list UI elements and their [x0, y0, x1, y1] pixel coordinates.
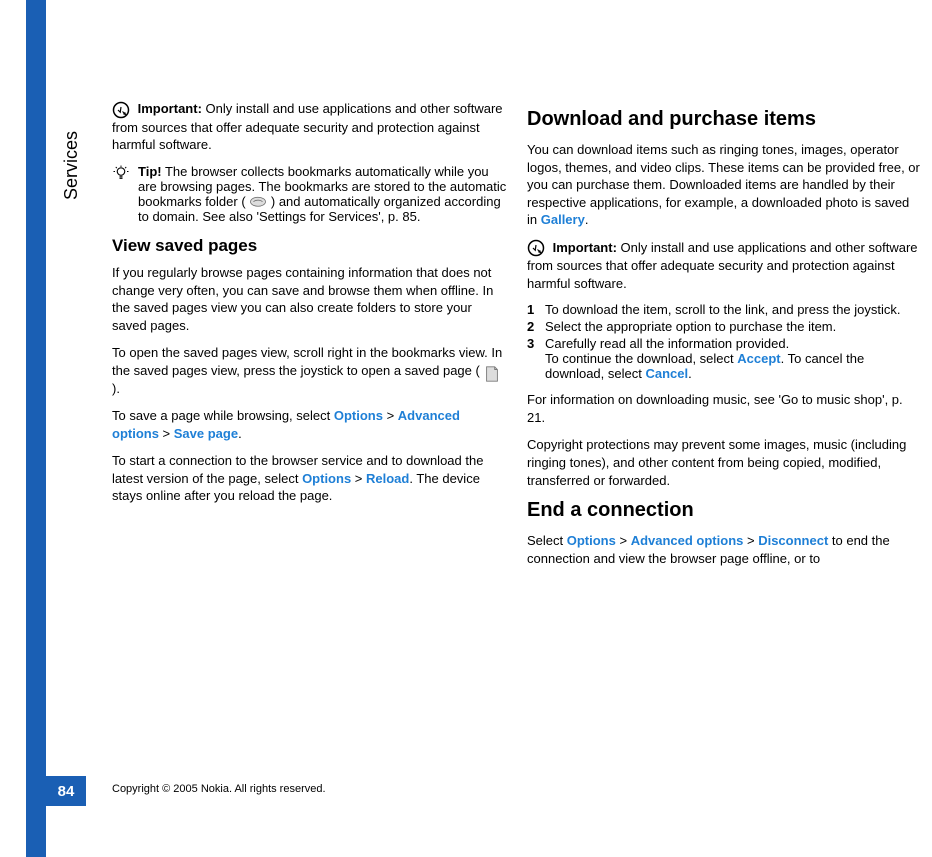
disconnect-link: Disconnect — [758, 533, 828, 548]
end-para-1: Select Options > Advanced options > Disc… — [527, 532, 922, 567]
right-column: Download and purchase items You can down… — [527, 100, 922, 577]
side-stripe — [26, 0, 46, 857]
step-2-text: Select the appropriate option to purchas… — [545, 319, 922, 334]
p2-b: ). — [112, 381, 120, 396]
options-link-2: Options — [302, 471, 351, 486]
p2-a: To open the saved pages view, scroll rig… — [112, 345, 502, 378]
important-icon-2 — [527, 239, 545, 257]
important-note-2: Important: Only install and use applicat… — [527, 239, 922, 293]
step-3-num: 3 — [527, 336, 545, 381]
download-para-3: Copyright protections may prevent some i… — [527, 436, 922, 489]
saved-pages-para-2: To open the saved pages view, scroll rig… — [112, 344, 507, 397]
options-link-1: Options — [334, 408, 383, 423]
step-3a: Carefully read all the information provi… — [545, 336, 922, 351]
options-link-3: Options — [567, 533, 616, 548]
step-1: 1 To download the item, scroll to the li… — [527, 302, 922, 317]
tip-icon — [112, 164, 130, 182]
saved-page-icon — [483, 365, 501, 379]
reload-link: Reload — [366, 471, 409, 486]
heading-end-connection: End a connection — [527, 499, 922, 522]
page-number-text: 84 — [58, 783, 75, 800]
page-number: 84 — [46, 776, 86, 806]
heading-view-saved-pages: View saved pages — [112, 236, 507, 256]
section-tab-text: Services — [62, 130, 83, 199]
s3b-a: To continue the download, select — [545, 351, 737, 366]
important-icon — [112, 101, 130, 119]
saved-pages-para-1: If you regularly browse pages containing… — [112, 264, 507, 334]
gt-1: > — [383, 408, 398, 423]
heading-download-purchase: Download and purchase items — [527, 108, 922, 131]
gallery-link: Gallery — [541, 212, 585, 227]
important-note-1: Important: Only install and use applicat… — [112, 100, 507, 154]
gt-3: > — [351, 471, 366, 486]
section-tab: Services — [60, 105, 84, 225]
step-1-text: To download the item, scroll to the link… — [545, 302, 922, 317]
advanced-options-link-2: Advanced options — [631, 533, 744, 548]
step-2: 2 Select the appropriate option to purch… — [527, 319, 922, 334]
gt-4: > — [616, 533, 631, 548]
p3-period: . — [238, 426, 242, 441]
step-3: 3 Carefully read all the information pro… — [527, 336, 922, 381]
saved-pages-para-4: To start a connection to the browser ser… — [112, 452, 507, 505]
important-label: Important: — [138, 101, 202, 116]
important-label-2: Important: — [553, 240, 617, 255]
step-1-num: 1 — [527, 302, 545, 317]
save-page-link: Save page — [174, 426, 238, 441]
p3-a: To save a page while browsing, select — [112, 408, 334, 423]
step-3b: To continue the download, select Accept.… — [545, 351, 922, 381]
download-para-2: For information on downloading music, se… — [527, 391, 922, 426]
copyright-text: Copyright © 2005 Nokia. All rights reser… — [112, 783, 326, 795]
tip-label: Tip! — [138, 164, 162, 179]
left-column: Important: Only install and use applicat… — [112, 100, 507, 577]
accept-link: Accept — [737, 351, 780, 366]
cancel-link: Cancel — [645, 366, 688, 381]
step-2-num: 2 — [527, 319, 545, 334]
dp1-period: . — [585, 212, 589, 227]
s3b-period: . — [688, 366, 692, 381]
bookmark-folder-icon — [249, 195, 267, 209]
ep-a: Select — [527, 533, 567, 548]
gt-5: > — [743, 533, 758, 548]
tip-block: Tip! The browser collects bookmarks auto… — [112, 164, 507, 225]
gt-2: > — [159, 426, 174, 441]
saved-pages-para-3: To save a page while browsing, select Op… — [112, 407, 507, 442]
download-para-1: You can download items such as ringing t… — [527, 141, 922, 229]
